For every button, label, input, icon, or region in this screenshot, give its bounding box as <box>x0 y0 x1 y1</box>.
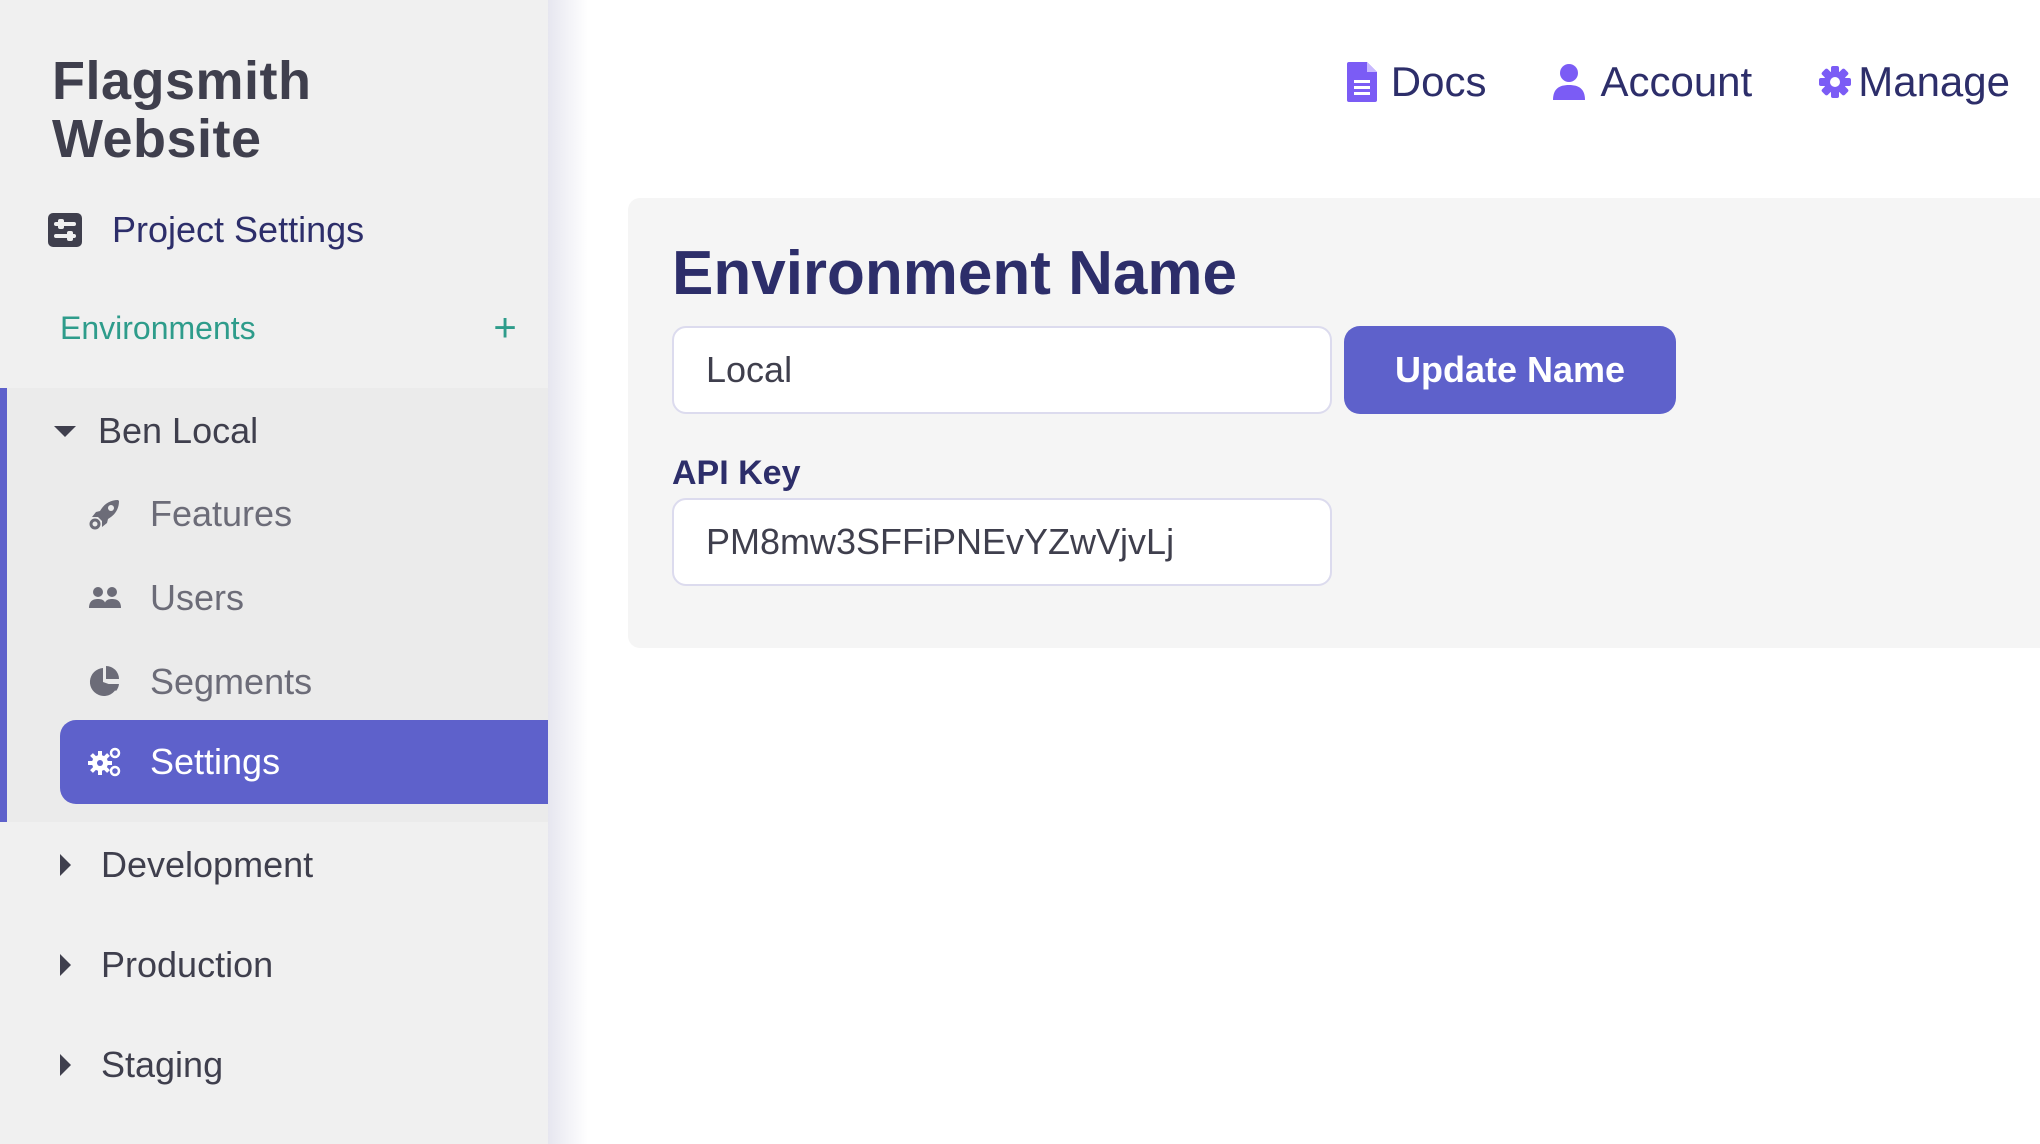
sidebar-item-features[interactable]: Features <box>60 472 548 556</box>
environment-name-input[interactable] <box>672 326 1332 414</box>
project-settings-link[interactable]: Project Settings <box>48 204 364 256</box>
environment-name: Ben Local <box>98 410 259 451</box>
caret-right-icon <box>60 854 71 876</box>
nav-link-docs[interactable]: Docs <box>1346 58 1487 106</box>
gear-icon <box>1818 65 1852 99</box>
environment-development[interactable]: Development <box>52 840 313 890</box>
update-name-button[interactable]: Update Name <box>1344 326 1676 414</box>
environment-name: Development <box>101 844 314 885</box>
section-title: Environment Name <box>672 239 1238 308</box>
sidebar-item-label: Users <box>150 577 245 618</box>
document-icon <box>1346 62 1377 102</box>
nav-link-account[interactable]: Account <box>1552 58 1752 106</box>
environments-header: Environments + <box>60 304 520 352</box>
caret-right-icon <box>60 954 71 976</box>
cogs-icon <box>88 745 122 779</box>
sidebar-item-settings[interactable]: Settings <box>60 720 548 804</box>
rocket-icon <box>88 497 122 531</box>
environment-staging[interactable]: Staging <box>52 1040 223 1090</box>
sidebar-item-segments[interactable]: Segments <box>60 640 548 724</box>
environment-name: Production <box>101 944 274 985</box>
sidebar-item-label: Segments <box>150 661 313 702</box>
sliders-icon <box>48 213 82 247</box>
caret-down-icon <box>54 425 76 437</box>
sidebar: Flagsmith Website Project Settings Envir… <box>0 0 548 1144</box>
environment-name: Staging <box>101 1044 224 1085</box>
environments-label: Environments <box>60 309 256 346</box>
project-title: Flagsmith Website <box>52 51 312 169</box>
pie-chart-icon <box>88 665 122 699</box>
users-icon <box>88 581 122 615</box>
top-nav: Docs Account Manage <box>1281 52 2010 112</box>
api-key-field[interactable] <box>672 498 1332 586</box>
user-icon <box>1552 63 1586 101</box>
sidebar-item-label: Settings <box>150 741 281 782</box>
sidebar-item-label: Features <box>150 493 293 534</box>
project-settings-label: Project Settings <box>112 209 365 250</box>
environment-settings-panel: Environment Name Update Name API Key <box>628 198 2040 648</box>
sidebar-item-users[interactable]: Users <box>60 556 548 640</box>
nav-link-manage[interactable]: Manage <box>1818 58 2010 106</box>
nav-label: Docs <box>1390 58 1487 105</box>
environment-production[interactable]: Production <box>52 940 273 990</box>
environment-ben-local[interactable]: Ben Local <box>52 406 258 456</box>
add-environment-button[interactable]: + <box>490 308 520 348</box>
nav-label: Manage <box>1858 58 2010 105</box>
sidebar-shadow <box>548 0 588 1144</box>
nav-label: Account <box>1600 58 1753 105</box>
api-key-label: API Key <box>672 454 801 492</box>
caret-right-icon <box>60 1054 71 1076</box>
